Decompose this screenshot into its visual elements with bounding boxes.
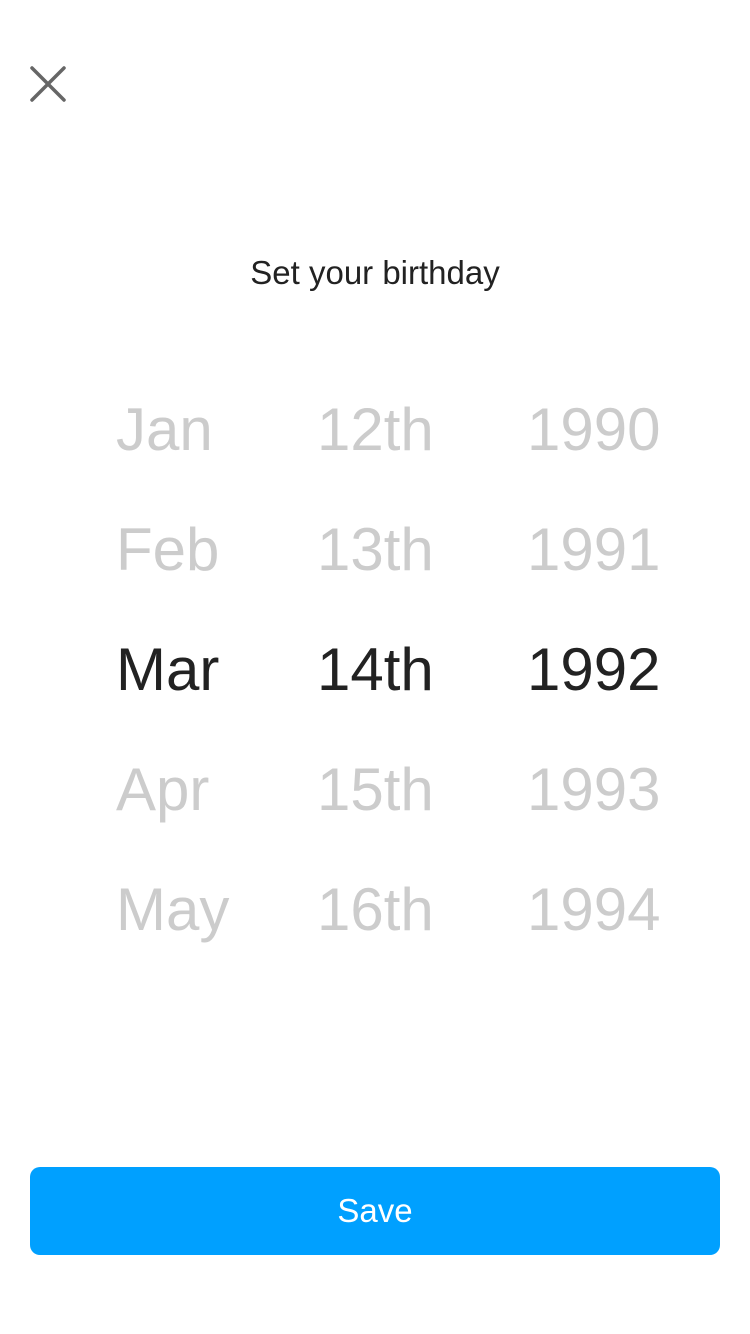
- year-option[interactable]: 1991: [527, 490, 660, 610]
- month-picker[interactable]: Jan Feb Mar Apr May: [116, 370, 229, 970]
- day-option[interactable]: 16th: [317, 850, 434, 970]
- month-option[interactable]: Feb: [116, 490, 229, 610]
- year-picker[interactable]: 1990 1991 1992 1993 1994: [527, 370, 660, 970]
- year-option[interactable]: 1993: [527, 730, 660, 850]
- year-option-selected[interactable]: 1992: [527, 610, 660, 730]
- page-title: Set your birthday: [250, 254, 500, 291]
- month-option-selected[interactable]: Mar: [116, 610, 229, 730]
- month-option[interactable]: Apr: [116, 730, 229, 850]
- day-option[interactable]: 13th: [317, 490, 434, 610]
- month-option[interactable]: May: [116, 850, 229, 970]
- save-button[interactable]: Save: [30, 1167, 720, 1255]
- day-option-selected[interactable]: 14th: [317, 610, 434, 730]
- day-picker[interactable]: 12th 13th 14th 15th 16th: [317, 370, 434, 970]
- year-option[interactable]: 1990: [527, 370, 660, 490]
- month-option[interactable]: Jan: [116, 370, 229, 490]
- year-option[interactable]: 1994: [527, 850, 660, 970]
- day-option[interactable]: 15th: [317, 730, 434, 850]
- day-option[interactable]: 12th: [317, 370, 434, 490]
- close-icon[interactable]: [28, 64, 68, 104]
